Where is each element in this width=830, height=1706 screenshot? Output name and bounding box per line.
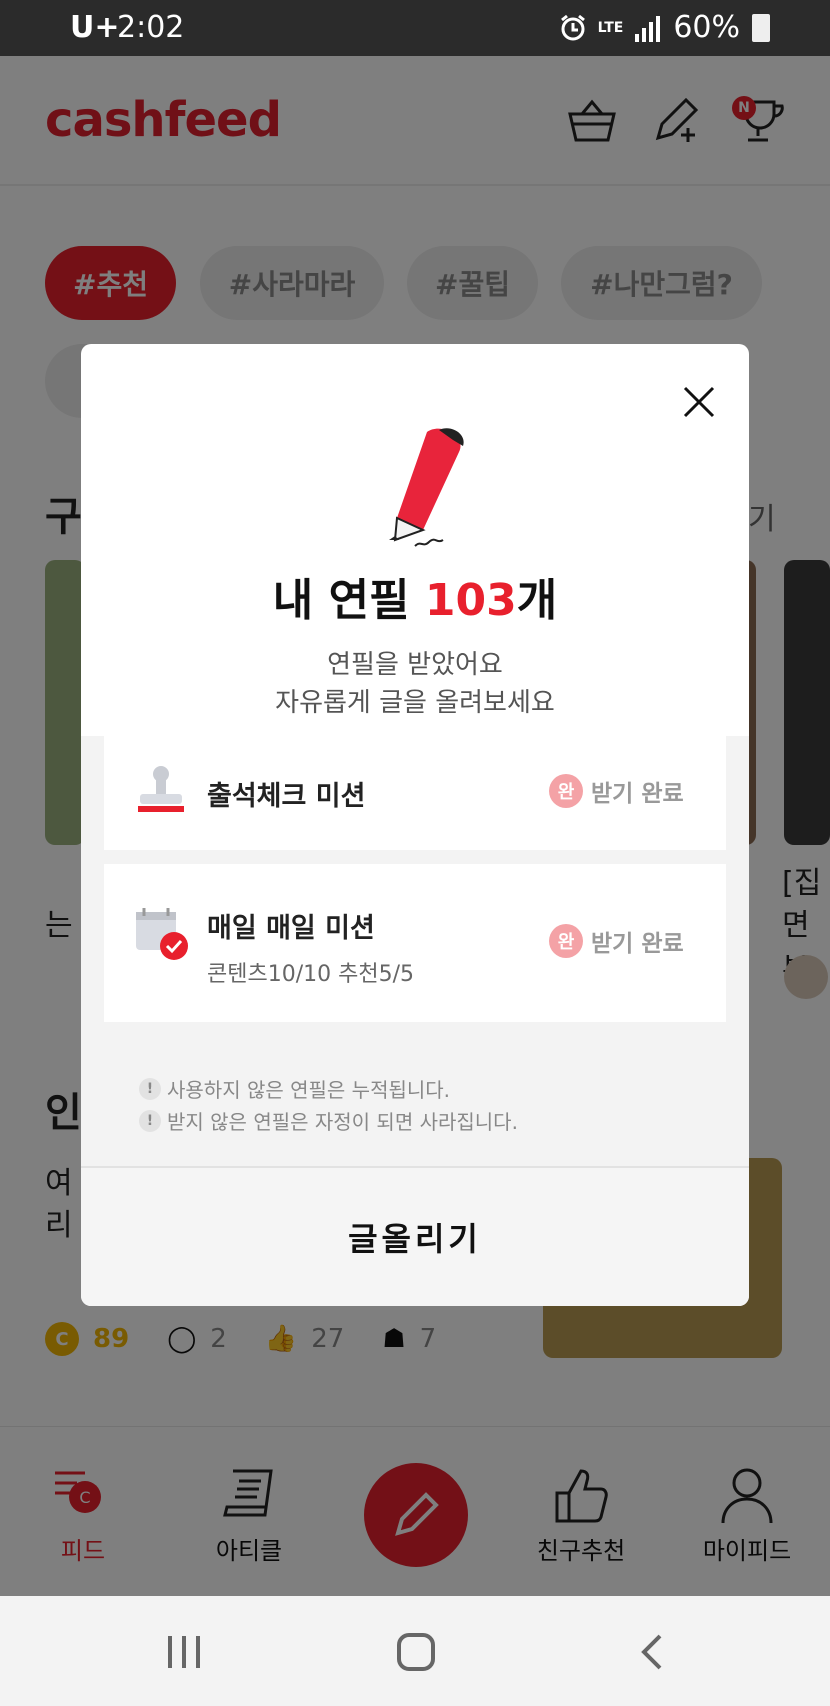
modal-subtitle: 자유롭게 글을 올려보세요 — [275, 688, 555, 718]
modal-title: 내 연필 103개 — [81, 564, 749, 628]
pencil-illustration — [389, 428, 464, 547]
title-prefix: 내 연필 — [272, 575, 425, 626]
mission-list: 출석체크 미션 완 받기 완료 매일 매일 미션 콘텐츠10/10 추천5/5 … — [81, 736, 749, 1206]
battery-percent: 60% — [673, 10, 740, 45]
mission-status: 완 받기 완료 — [549, 924, 684, 958]
complete-badge: 완 — [549, 924, 583, 958]
network-label: LTE — [597, 19, 624, 36]
mission-daily: 매일 매일 미션 콘텐츠10/10 추천5/5 완 받기 완료 — [104, 864, 726, 1022]
mission-name: 매일 매일 미션 — [207, 913, 375, 944]
pencil-count: 103 — [424, 575, 517, 626]
back-icon[interactable] — [636, 1632, 666, 1672]
alarm-icon — [560, 14, 585, 40]
mission-status: 완 받기 완료 — [549, 774, 684, 808]
battery-icon — [752, 13, 770, 42]
stamp-icon — [138, 766, 184, 812]
modal-subtitle: 연필을 받았어요 — [327, 650, 503, 680]
notice-line: ! 받지 않은 연필은 자정이 되면 사라집니다. — [139, 1106, 518, 1135]
info-icon: ! — [139, 1109, 161, 1132]
mission-status-label: 받기 완료 — [591, 781, 684, 807]
system-nav-bar — [0, 1596, 830, 1706]
close-icon[interactable] — [679, 382, 719, 422]
mission-progress: 콘텐츠10/10 추천5/5 — [207, 962, 415, 987]
pencil-reward-modal: 내 연필 103개 연필을 받았어요 자유롭게 글을 올려보세요 출석체크 미션… — [81, 344, 749, 1306]
signal-icon — [635, 15, 661, 42]
carrier-label: U+ — [70, 10, 120, 45]
write-post-button[interactable]: 글올리기 — [81, 1166, 749, 1306]
notice-text: 사용하지 않은 연필은 누적됩니다. — [167, 1078, 451, 1102]
info-icon: ! — [139, 1077, 161, 1100]
recent-apps-icon[interactable] — [166, 1632, 202, 1672]
notice-text: 받지 않은 연필은 자정이 되면 사라집니다. — [167, 1110, 518, 1134]
calendar-check-icon — [136, 908, 188, 960]
status-bar: U+ 2:02 LTE 60% — [0, 0, 830, 56]
mission-attendance: 출석체크 미션 완 받기 완료 — [104, 736, 726, 850]
complete-badge: 완 — [549, 774, 583, 808]
status-icons: LTE 60% — [558, 10, 770, 45]
mission-name: 출석체크 미션 — [207, 781, 366, 812]
status-time: 2:02 — [117, 10, 185, 45]
title-suffix: 개 — [516, 575, 558, 626]
notice-line: ! 사용하지 않은 연필은 누적됩니다. — [139, 1074, 450, 1103]
home-icon[interactable] — [396, 1632, 436, 1672]
mission-status-label: 받기 완료 — [591, 931, 684, 957]
